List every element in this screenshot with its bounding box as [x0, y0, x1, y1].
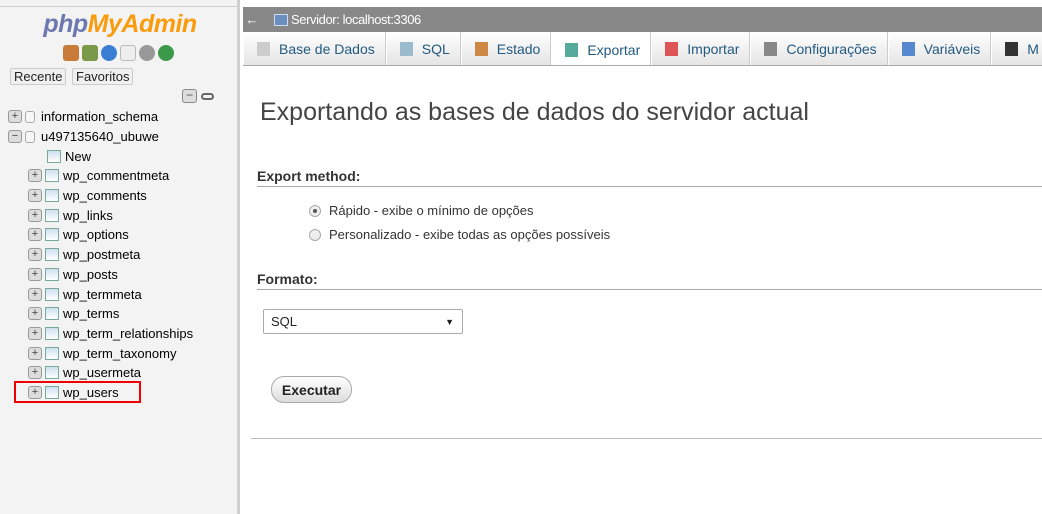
expand-icon[interactable]: +: [28, 267, 42, 281]
table-icon: [45, 248, 59, 262]
format-heading: Formato:: [257, 271, 1042, 290]
dropdown-arrow-icon: ▼: [445, 316, 454, 327]
table-icon: [45, 346, 59, 360]
server-link[interactable]: Servidor: localhost:3306: [291, 12, 421, 27]
table-icon: [45, 228, 59, 242]
reload-icon[interactable]: [158, 45, 174, 61]
database-tree: + information_schema − u497135640_ubuwe Ne…: [8, 107, 193, 402]
expand-icon[interactable]: +: [28, 189, 42, 203]
export-method-heading: Export method:: [257, 168, 1042, 187]
favorites-button[interactable]: Favoritos: [72, 68, 134, 85]
expand-icon[interactable]: +: [8, 110, 22, 124]
format-select[interactable]: SQL ▼: [263, 309, 463, 334]
table-item[interactable]: + wp_commentmeta: [8, 166, 193, 186]
tab-status[interactable]: Estado: [460, 32, 552, 65]
tab-export[interactable]: Exportar: [551, 32, 652, 65]
table-icon: [45, 326, 59, 340]
radio-custom[interactable]: Personalizado - exibe todas as opções po…: [309, 227, 610, 242]
expand-icon[interactable]: +: [28, 326, 42, 340]
table-icon: [45, 208, 59, 222]
database-icon: [25, 130, 35, 143]
home-icon[interactable]: [63, 45, 79, 61]
tab-variables[interactable]: Variáveis: [887, 32, 992, 65]
new-table-icon: [47, 149, 61, 163]
settings-icon[interactable]: [139, 45, 155, 61]
table-item[interactable]: + wp_termmeta: [8, 284, 193, 304]
expand-icon[interactable]: +: [28, 366, 42, 380]
link-icon[interactable]: [201, 92, 214, 100]
highlight-box: [14, 381, 141, 403]
radio-quick[interactable]: Rápido - exibe o mínimo de opções: [309, 203, 534, 218]
import-icon: [665, 42, 679, 56]
expand-icon[interactable]: +: [28, 228, 42, 242]
database-item[interactable]: + information_schema: [8, 107, 193, 127]
divider: [251, 438, 1042, 439]
server-icon: [274, 13, 288, 26]
table-item[interactable]: + wp_comments: [8, 186, 193, 206]
radio-button[interactable]: [309, 204, 321, 217]
collapse-icon[interactable]: −: [8, 130, 22, 144]
export-icon: [565, 42, 579, 57]
menu-icon: [1005, 42, 1019, 56]
status-icon: [474, 42, 488, 56]
table-item[interactable]: + wp_posts: [8, 265, 193, 285]
back-arrow-icon[interactable]: ←: [243, 12, 261, 27]
table-item[interactable]: + wp_options: [8, 225, 193, 245]
server-breadcrumb-bar: ← Servidor: localhost:3306: [243, 7, 1042, 32]
main-tabs: Base de Dados SQL Estado Exportar Importar Co…: [243, 32, 1042, 66]
radio-button[interactable]: [309, 228, 321, 241]
help-icon[interactable]: [101, 45, 117, 61]
recent-button[interactable]: Recente: [10, 68, 67, 85]
expand-icon[interactable]: +: [28, 208, 42, 222]
execute-button[interactable]: Executar: [271, 376, 352, 403]
logout-icon[interactable]: [82, 45, 98, 61]
table-item[interactable]: + wp_usermeta: [8, 363, 193, 383]
table-icon: [45, 307, 59, 321]
expand-icon[interactable]: +: [28, 307, 42, 321]
sql-icon: [399, 42, 413, 56]
tab-sql[interactable]: SQL: [385, 32, 461, 65]
expand-icon[interactable]: +: [28, 169, 42, 183]
table-item[interactable]: + wp_postmeta: [8, 245, 193, 265]
docs-icon[interactable]: [120, 45, 136, 61]
expand-icon[interactable]: +: [28, 248, 42, 262]
table-item[interactable]: + wp_term_relationships: [8, 324, 193, 344]
wrench-icon: [764, 42, 778, 56]
table-item[interactable]: + wp_links: [8, 205, 193, 225]
table-item[interactable]: + wp_terms: [8, 304, 193, 324]
tab-wrench[interactable]: Configurações: [750, 32, 888, 65]
table-icon: [45, 287, 59, 301]
table-icon: [45, 189, 59, 203]
expand-icon[interactable]: +: [28, 287, 42, 301]
table-item[interactable]: + wp_term_taxonomy: [8, 343, 193, 363]
database-item[interactable]: − u497135640_ubuwe: [8, 127, 193, 147]
tab-menu[interactable]: M: [991, 32, 1042, 65]
table-icon: [45, 169, 59, 183]
page-title: Exportando as bases de dados do servidor…: [260, 98, 809, 126]
table-icon: [45, 366, 59, 380]
table-icon: [45, 267, 59, 281]
tab-import[interactable]: Importar: [651, 32, 751, 65]
variables-icon: [901, 42, 915, 56]
tab-database[interactable]: Base de Dados: [243, 32, 386, 65]
database-icon: [257, 42, 270, 56]
new-table-item[interactable]: New: [8, 146, 193, 166]
collapse-all-icon[interactable]: −: [182, 89, 197, 103]
expand-icon[interactable]: +: [28, 346, 42, 360]
phpmyadmin-logo[interactable]: phpMyAdmin: [0, 10, 240, 39]
database-icon: [25, 110, 35, 123]
navigation-sidebar: phpMyAdmin Recente Favoritos − + informat…: [0, 0, 240, 514]
